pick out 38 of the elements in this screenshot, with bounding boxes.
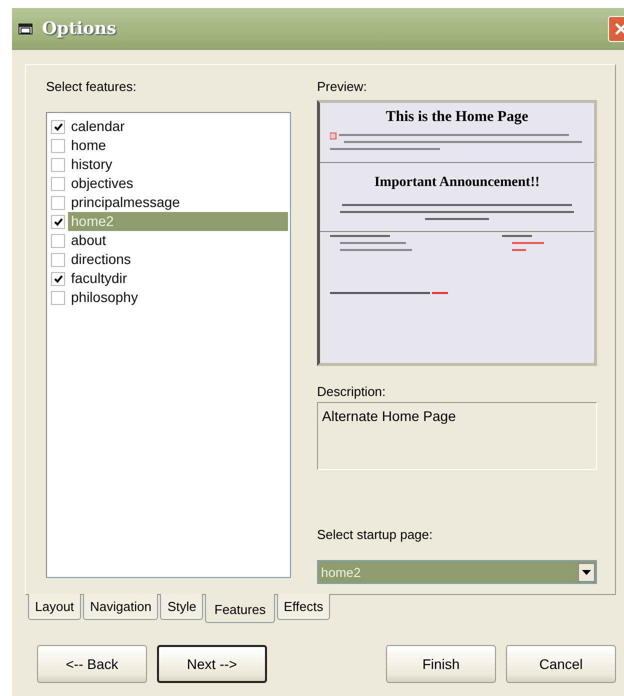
feature-item[interactable]: facultydir <box>68 269 288 288</box>
feature-item[interactable]: objectives <box>68 174 288 193</box>
tab[interactable]: Style <box>160 594 204 620</box>
checkbox[interactable] <box>51 138 65 152</box>
wizard-button[interactable]: <-- Back <box>37 645 147 683</box>
checkbox[interactable] <box>51 290 65 304</box>
feature-item[interactable]: directions <box>68 250 288 269</box>
window-title: Options <box>42 19 116 39</box>
tab[interactable]: Effects <box>276 594 330 620</box>
checkbox[interactable] <box>51 158 65 172</box>
checkbox[interactable] <box>51 176 65 190</box>
tab[interactable]: Features <box>205 594 275 623</box>
checkbox[interactable] <box>51 214 65 228</box>
preview-label: Preview: <box>317 79 367 94</box>
description-box: Alternate Home Page <box>317 402 597 470</box>
description-label: Description: <box>317 384 386 399</box>
features-label: Select features: <box>46 79 136 94</box>
tab[interactable]: Navigation <box>83 594 158 620</box>
feature-item[interactable]: home <box>68 136 288 155</box>
preview-heading: Important Announcement!! <box>373 175 541 191</box>
feature-item[interactable]: history <box>68 155 288 174</box>
wizard-button[interactable]: Cancel <box>506 645 616 683</box>
close-icon[interactable] <box>614 22 624 36</box>
checkbox[interactable] <box>51 234 65 248</box>
checkbox[interactable] <box>51 252 65 266</box>
feature-item[interactable]: principalmessage <box>68 193 288 212</box>
checkbox[interactable] <box>51 196 65 210</box>
startup-page-label: Select startup page: <box>317 527 433 542</box>
preview-heading: This is the Home Page <box>384 109 530 126</box>
feature-item[interactable]: philosophy <box>68 288 288 307</box>
wizard-button[interactable]: Finish <box>386 645 496 683</box>
checkbox[interactable] <box>51 272 65 286</box>
tab[interactable]: Layout <box>28 594 82 620</box>
wizard-button[interactable]: Next --> <box>157 645 267 683</box>
checkbox[interactable] <box>51 120 65 134</box>
feature-item[interactable]: calendar <box>68 117 288 136</box>
window-icon <box>18 22 34 36</box>
feature-item[interactable]: about <box>68 231 288 250</box>
